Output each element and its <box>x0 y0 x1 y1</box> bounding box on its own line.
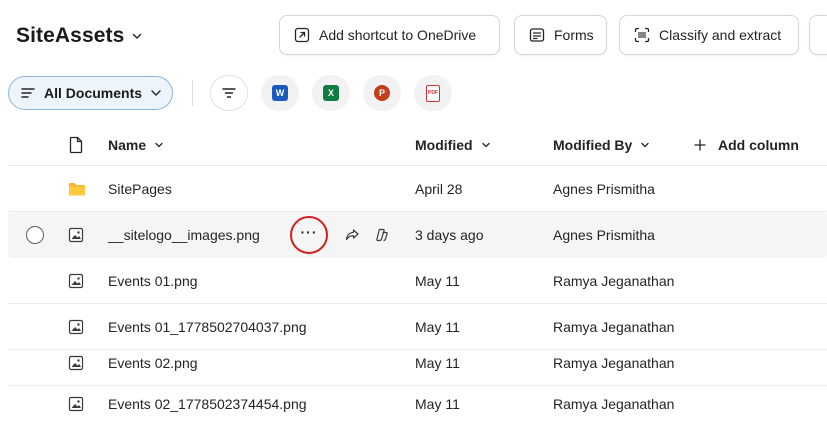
name-column-header[interactable]: Name <box>108 137 164 153</box>
classify-extract-label: Classify and extract <box>659 27 782 43</box>
name-column-label: Name <box>108 137 147 153</box>
forms-icon <box>529 28 545 42</box>
copilot-button[interactable] <box>374 212 390 258</box>
modified-by-user: Ramya Jeganathan <box>553 273 675 289</box>
file-name-link[interactable]: __sitelogo__images.png <box>108 212 260 258</box>
more-actions-highlight: ··· <box>290 216 328 254</box>
view-selector-button[interactable]: All Documents <box>8 76 173 110</box>
modified-by-user: Ramya Jeganathan <box>553 396 675 412</box>
add-column-label: Add column <box>718 137 799 153</box>
forms-label: Forms <box>554 27 594 43</box>
image-file-icon <box>68 258 84 304</box>
add-column-button[interactable]: Add column <box>694 137 799 153</box>
share-icon <box>345 229 359 241</box>
shortcut-arrow-icon <box>294 27 310 43</box>
table-row[interactable]: Events 02_1778502374454.png May 11 Ramya… <box>8 381 827 425</box>
add-shortcut-label: Add shortcut to OneDrive <box>319 27 477 43</box>
classify-extract-button[interactable]: Classify and extract <box>619 15 799 55</box>
modified-by-user: Agnes Prismitha <box>553 181 655 197</box>
file-name-link[interactable]: Events 02_1778502374454.png <box>108 381 307 425</box>
modified-by-column-header[interactable]: Modified By <box>553 137 650 153</box>
file-name-link[interactable]: Events 01.png <box>108 258 198 304</box>
chevron-down-icon <box>155 142 163 148</box>
filter-icon <box>222 88 236 98</box>
modified-column-label: Modified <box>415 137 473 153</box>
image-file-icon <box>68 381 84 425</box>
modified-date: May 11 <box>415 273 460 289</box>
share-button[interactable] <box>344 212 360 258</box>
modified-date: 3 days ago <box>415 227 484 243</box>
filter-button[interactable] <box>210 75 248 111</box>
table-row-selected[interactable]: __sitelogo__images.png ··· 3 days ago Ag… <box>8 212 827 258</box>
row-select-radio[interactable] <box>26 212 44 258</box>
add-shortcut-button[interactable]: Add shortcut to OneDrive <box>279 15 500 55</box>
new-word-button[interactable]: W <box>261 75 299 111</box>
modified-by-column-label: Modified By <box>553 137 633 153</box>
table-row[interactable]: Events 02.png May 11 Ramya Jeganathan <box>8 340 827 386</box>
modified-date: May 11 <box>415 355 460 371</box>
forms-button[interactable]: Forms <box>514 15 607 55</box>
copilot-icon <box>376 228 388 242</box>
file-name-link[interactable]: SitePages <box>108 166 172 212</box>
more-actions-button[interactable]: ··· <box>290 212 328 258</box>
image-file-icon <box>68 340 84 386</box>
view-selector-label: All Documents <box>44 85 143 101</box>
scan-icon <box>634 27 650 43</box>
modified-by-user: Ramya Jeganathan <box>553 355 675 371</box>
document-icon <box>69 136 83 154</box>
excel-icon: X <box>323 85 339 101</box>
modified-date: April 28 <box>415 181 463 197</box>
list-view-icon <box>21 88 35 98</box>
modified-by-user: Agnes Prismitha <box>553 227 655 243</box>
chevron-down-icon <box>641 142 649 148</box>
modified-column-header[interactable]: Modified <box>415 137 491 153</box>
chevron-down-icon <box>133 33 142 39</box>
image-file-icon <box>68 212 84 258</box>
word-icon: W <box>272 85 288 101</box>
file-type-column-header[interactable] <box>68 136 84 154</box>
folder-icon <box>68 166 86 212</box>
table-row[interactable]: SitePages April 28 Agnes Prismitha <box>8 166 827 212</box>
new-powerpoint-button[interactable]: P <box>363 75 401 111</box>
plus-icon <box>694 139 706 151</box>
chevron-down-icon <box>151 90 161 96</box>
library-title: SiteAssets <box>16 24 125 47</box>
pdf-icon: PDF <box>426 84 440 102</box>
library-title-button[interactable]: SiteAssets <box>16 24 142 48</box>
file-name-link[interactable]: Events 02.png <box>108 340 198 386</box>
chevron-down-icon <box>481 142 490 148</box>
powerpoint-icon: P <box>374 85 390 101</box>
overflow-command-button[interactable] <box>809 15 827 55</box>
new-excel-button[interactable]: X <box>312 75 350 111</box>
toolbar-divider <box>192 80 193 106</box>
new-pdf-button[interactable]: PDF <box>414 75 452 111</box>
modified-date: May 11 <box>415 396 460 412</box>
table-row[interactable]: Events 01.png May 11 Ramya Jeganathan <box>8 258 827 304</box>
